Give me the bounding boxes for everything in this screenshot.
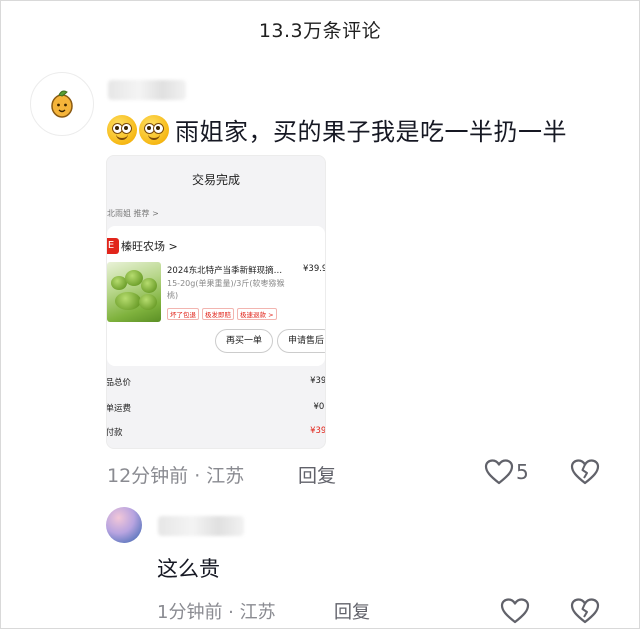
attached-order-screenshot[interactable]: 交易完成 北雨姐 推荐 > E 榛旺农场 > 2024东北特产当季新鲜现摘… ¥… xyxy=(106,155,326,449)
comment-time-location: 1分钟前 · 江苏 xyxy=(157,602,276,623)
order-card: E 榛旺农场 > 2024东北特产当季新鲜现摘… ¥39.9 15-20g(单果… xyxy=(107,226,325,366)
comment-body: 雨姐家，买的果子我是吃一半扔一半 xyxy=(107,112,567,147)
broken-heart-dislike-icon xyxy=(570,459,600,485)
like-button[interactable] xyxy=(484,458,514,486)
order-status-title: 交易完成 xyxy=(191,173,240,187)
heart-like-icon xyxy=(484,459,514,485)
store-badge-icon: E xyxy=(107,238,119,254)
like-button[interactable] xyxy=(500,597,530,625)
comment-time-location: 12分钟前 · 江苏 xyxy=(107,465,245,487)
summary-label: 商品总价 xyxy=(106,378,132,388)
squint-smile-emoji-icon xyxy=(107,114,137,145)
reply-button[interactable]: 回复 xyxy=(334,598,370,624)
summary-value: ¥39. xyxy=(310,426,326,436)
summary-label: 实付款 xyxy=(106,428,123,438)
comment-text: 雨姐家，买的果子我是吃一半扔一半 xyxy=(175,118,567,146)
store-recommend-link: 北雨姐 推荐 > xyxy=(107,209,159,218)
username-obscured[interactable] xyxy=(108,80,186,100)
summary-value: ¥0. xyxy=(313,402,326,412)
product-name: 2024东北特产当季新鲜现摘… xyxy=(167,266,283,276)
tag: 极发即赔 xyxy=(202,308,234,320)
mango-avatar-icon xyxy=(51,90,73,118)
summary-value: ¥39. xyxy=(310,376,326,386)
heart-like-icon xyxy=(500,598,530,624)
avatar[interactable] xyxy=(106,507,142,543)
reply-button[interactable]: 回复 xyxy=(298,461,336,488)
tag: 坏了包退 xyxy=(167,308,199,320)
summary-label: 订单运费 xyxy=(106,404,132,414)
after-sale-button[interactable]: 申请售后 xyxy=(277,329,325,353)
product-tags: 坏了包退 极发即赔 极速退款 > xyxy=(167,308,277,320)
product-price: ¥39.9 xyxy=(303,264,326,274)
broken-heart-dislike-icon xyxy=(570,598,600,624)
squint-smile-emoji-icon xyxy=(139,114,169,145)
username-obscured[interactable] xyxy=(158,516,244,536)
product-spec: 15-20g(单果重量)/3斤(软枣猕猴桃) xyxy=(167,279,285,300)
like-count: 5 xyxy=(516,460,529,484)
comment-text: 这么贵 xyxy=(157,557,220,581)
product-image xyxy=(107,262,161,322)
comment-count-title: 13.3万条评论 xyxy=(258,20,382,42)
buy-again-button[interactable]: 再买一单 xyxy=(215,329,273,353)
store-name: 榛旺农场 > xyxy=(121,240,178,253)
tag: 极速退款 > xyxy=(237,308,277,320)
avatar[interactable] xyxy=(30,72,94,136)
dislike-button[interactable] xyxy=(570,597,600,625)
dislike-button[interactable] xyxy=(570,458,600,486)
